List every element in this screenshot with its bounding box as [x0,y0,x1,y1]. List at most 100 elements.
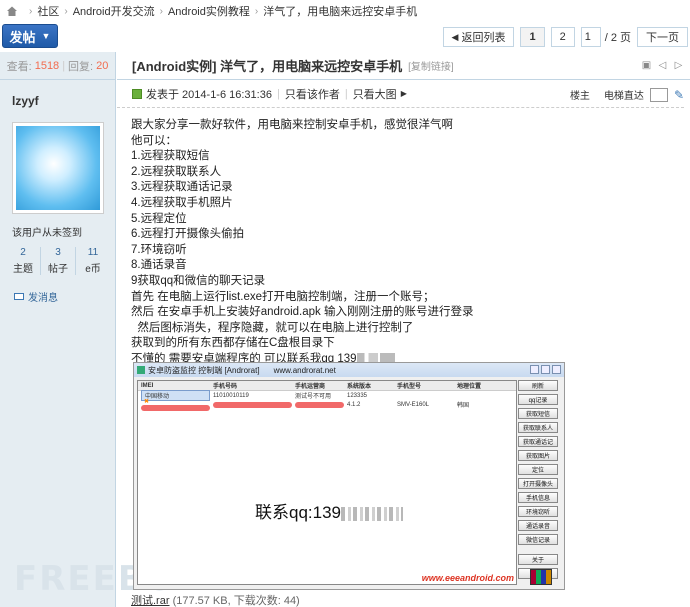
next-page-label: 下一页 [646,32,679,44]
new-post-button[interactable]: 发帖 ▼ [2,24,58,48]
row-model: SMV-E160L [397,401,430,408]
replies-count: 20 [96,59,109,72]
home-icon[interactable] [6,5,18,17]
back-to-list-label: 返回列表 [461,32,506,44]
attachment-info: (177.57 KB, 下载次数: 44) [172,595,300,607]
blurred-number [341,506,403,521]
chevron-down-icon: ▼ [41,31,51,41]
metric-ecoins[interactable]: 11 e币 [75,247,110,275]
metric-label: 帖子 [48,264,68,275]
floor-owner-label: 楼主 [569,91,590,102]
meta-divider: | [344,87,348,100]
breadcrumb-separator: › [159,5,163,17]
metric-posts[interactable]: 3 帖子 [40,247,75,275]
content-line: 1.远程获取短信 [131,150,210,163]
phone-info-button[interactable]: 手机信息 [518,492,558,503]
control-buttons: 刷新 qq记录 获取短信 获取联系人 获取通话记 获取图片 定位 打开摄像头 手… [518,380,558,579]
content-line: 然后 在安卓手机上安装好android.apk 输入刚刚注册的账号进行登录 [131,306,474,319]
author-name[interactable]: lzyyf [0,80,115,108]
content-line: 8.通话录音 [131,259,187,272]
breadcrumb-separator: › [29,5,33,17]
previous-thread-icon[interactable]: ◁ [657,61,668,71]
post-content: 跟大家分享一款好软件，用电脑来控制安卓手机，感觉很洋气啊 他可以： 1.远程获取… [117,108,690,368]
qq-log-button[interactable]: qq记录 [518,394,558,405]
avatar[interactable] [12,122,104,214]
row-carrier: 测试号不可用 [295,394,332,400]
breadcrumb-android-dev[interactable]: Android开发交流 [73,3,155,19]
breadcrumb: › 社区 › Android开发交流 › Android实例教程 › 洋气了，用… [0,0,690,22]
chevron-left-icon: ◀ [451,31,459,42]
views-count: 1518 [34,59,60,72]
page-jump-input[interactable]: 1 [580,27,601,47]
attachment-link[interactable]: 测试.rar [131,595,170,607]
refresh-button[interactable]: 刷新 [518,380,558,391]
copy-link[interactable]: [复制链接] [408,58,454,73]
row-carrier: xxxxxxx [292,401,344,408]
pagination: ◀ 返回列表 1 2 1 / 2 页 下一页 [442,27,688,47]
row-location: 韩国 [457,403,470,409]
envelope-icon [14,293,24,300]
call-record-button[interactable]: 通话录音 [518,520,558,531]
post-main: [Android实例] 洋气了，用电脑来远控安卓手机 [复制链接] ▣ ◁ ▷ … [117,52,690,607]
go-floor-icon[interactable]: ✎ [674,88,684,102]
author-sidebar: 查看: 1518 | 回复: 20 lzyyf 该用户从未签到 2 主题 3 帖… [0,52,199,607]
metric-threads[interactable]: 2 主题 [6,247,40,275]
get-sms-button[interactable]: 获取短信 [518,408,558,419]
content-line: 然后图标消失，程序隐藏，就可以在电脑上进行控制了 [131,321,414,334]
content-line: 首先 在电脑上运行list.exe打开电脑控制端，注册一个账号； [131,290,435,303]
row-phone: 11010010119 [213,392,249,399]
embedded-screenshot[interactable]: 安卓防盗监控 控制端 [Androrat] www.androrat.net I… [133,362,565,590]
window-title: 安卓防盗监控 控制端 [Androrat] [148,365,260,375]
content-line: 6.远程打开摄像头偷拍 [131,228,245,241]
send-message-link[interactable]: 发消息 [14,289,115,304]
row-version: 4.1.2 [347,401,361,408]
content-line: 获取到的所有东西都存储在C盘根目录下 [131,337,335,350]
content-line: 2.远程获取联系人 [131,165,222,178]
get-photos-button[interactable]: 获取图片 [518,450,558,461]
metric-value: 3 [55,247,61,258]
send-message-label: 发消息 [28,293,58,304]
print-icon[interactable]: ▣ [641,61,652,71]
wechat-log-button[interactable]: 微信记录 [518,534,558,545]
row-imei: ✖ 3500000 [138,398,210,411]
maximize-icon [541,365,550,374]
content-line: 他可以： [131,134,177,147]
winrar-icon [530,569,552,585]
checkin-status: 该用户从未签到 [12,228,82,239]
page-2-button[interactable]: 2 [550,27,575,47]
content-line: 跟大家分享一款好软件，用电脑来控制安卓手机，感觉很洋气啊 [131,119,453,131]
next-thread-icon[interactable]: ▷ [673,61,684,71]
col-imei: IMEI [141,382,154,389]
big-image-link[interactable]: 只看大图 [353,86,397,102]
breadcrumb-android-examples[interactable]: Android实例教程 [168,3,250,19]
post-meta: 发表于 2014-1-6 16:31:36 | 只看该作者 | 只看大图 ▶ 楼… [117,80,684,108]
ambient-listen-button[interactable]: 环境窃听 [518,506,558,517]
views-label: 查看: [6,60,32,73]
contact-overlay: 联系qq:139 [255,498,403,523]
window-titlebar: 安卓防盗监控 控制端 [Androrat] www.androrat.net [134,363,564,377]
back-to-list-button[interactable]: ◀ 返回列表 [442,27,515,47]
breadcrumb-separator: › [254,5,259,17]
get-call-log-button[interactable]: 获取通话记 [518,436,558,447]
breadcrumb-community[interactable]: 社区 [37,3,59,19]
col-version: 系统版本 [347,384,372,390]
metric-label: 主题 [13,264,33,275]
thread-stats: 查看: 1518 | 回复: 20 [0,52,115,80]
open-camera-button[interactable]: 打开摄像头 [518,478,558,489]
play-icon: ▶ [400,89,407,98]
only-author-link[interactable]: 只看该作者 [285,86,340,102]
attachment: 测试.rar (177.57 KB, 下载次数: 44) [131,592,300,607]
get-contacts-button[interactable]: 获取联系人 [518,422,558,433]
next-page-button[interactable]: 下一页 [637,27,688,47]
redacted-phone: xxxxxxxxxxxx [213,401,292,408]
floor-number-input[interactable] [649,87,668,102]
content-line: 5.远程定位 [131,212,187,225]
window-url: www.androrat.net [273,365,336,375]
col-location: 地理位置 [457,384,482,390]
breadcrumb-separator: › [64,5,68,17]
about-button[interactable]: 关于 [518,554,558,565]
page-1-button[interactable]: 1 [520,27,545,47]
device-row: ✖ 3500000 xxxxxxxxxxxx xxxxxxx 4.1.2 SMV… [138,398,516,411]
content-line: 4.远程获取手机照片 [131,196,233,209]
locate-button[interactable]: 定位 [518,464,558,475]
